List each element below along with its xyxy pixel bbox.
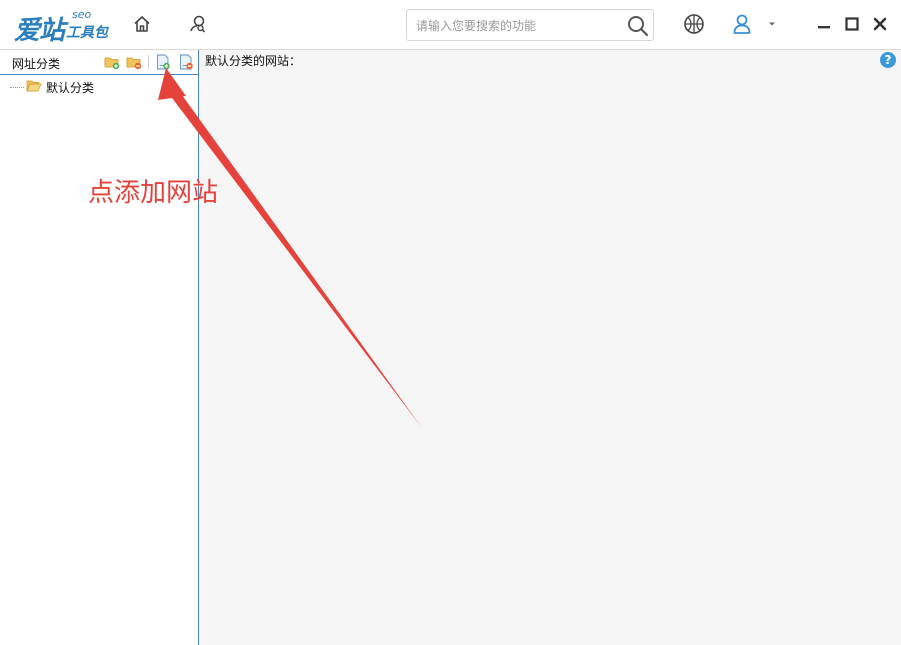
delete-site-icon[interactable] [178,54,194,70]
logo-seo-text: seo [72,8,92,21]
annotation-text: 点添加网站 [88,178,219,208]
logo-sub-text: 工具包 [66,25,108,41]
minimize-icon[interactable] [812,12,836,36]
delete-category-icon[interactable] [126,54,142,70]
caret-down-icon[interactable] [762,12,782,36]
home-icon[interactable] [130,12,154,36]
search-icon[interactable] [625,13,651,39]
basketball-icon[interactable] [682,12,706,36]
logo-main-text: 爱站 [14,16,65,46]
user-icon[interactable] [730,12,754,36]
category-panel: 网址分类 默认分类 [0,50,199,645]
category-panel-header: 网址分类 [0,50,198,75]
site-list-area: 默认分类的网站： ? [199,50,901,645]
site-list-title: 默认分类的网站： [205,54,302,68]
maximize-icon[interactable] [840,12,864,36]
folder-open-icon [26,79,42,96]
search-box [406,9,654,41]
help-icon[interactable]: ? [880,52,896,68]
close-icon[interactable] [868,12,892,36]
tree-item-default-category[interactable]: 默认分类 [10,78,94,96]
search-input[interactable] [416,16,616,36]
tree-item-label: 默认分类 [46,80,95,95]
category-panel-title: 网址分类 [12,57,61,71]
user-search-icon[interactable] [186,12,210,36]
toolbar-divider [148,55,149,69]
title-bar: 爱站 seo 工具包 [0,0,901,50]
add-category-icon[interactable] [104,54,120,70]
tree-connector-line [10,86,24,88]
add-site-icon[interactable] [155,54,171,70]
